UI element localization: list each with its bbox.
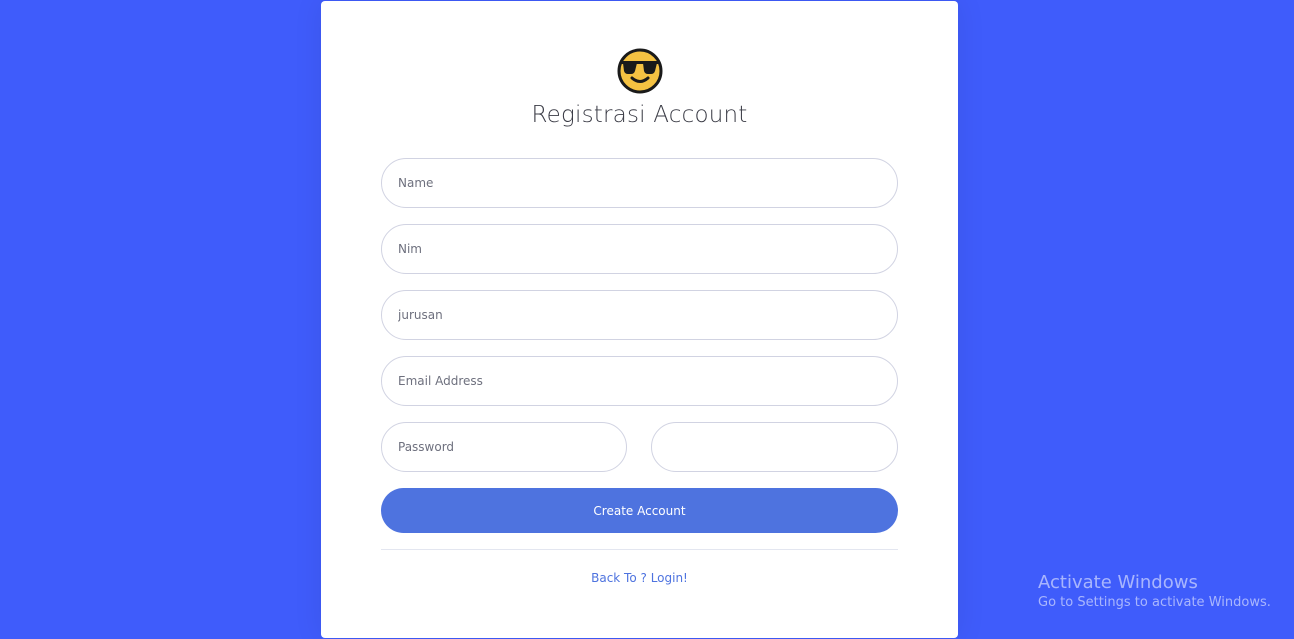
divider (381, 549, 898, 550)
watermark-subtitle: Go to Settings to activate Windows. (1038, 595, 1271, 610)
name-field[interactable] (381, 158, 898, 208)
jurusan-field[interactable] (381, 290, 898, 340)
create-account-button[interactable]: Create Account (381, 488, 898, 533)
email-field[interactable] (381, 356, 898, 406)
password-field[interactable] (381, 422, 627, 472)
page-title: Registrasi Account (531, 102, 748, 128)
repeat-password-field[interactable] (651, 422, 898, 472)
back-to-login-link[interactable]: Back To ? Login! (321, 571, 958, 585)
nim-field[interactable] (381, 224, 898, 274)
smiling-face-with-sunglasses-icon (616, 47, 664, 95)
windows-activation-watermark: Activate Windows Go to Settings to activ… (1038, 572, 1271, 612)
watermark-title: Activate Windows (1038, 572, 1198, 593)
registration-card: Registrasi Account Create Account Back T… (321, 1, 958, 638)
